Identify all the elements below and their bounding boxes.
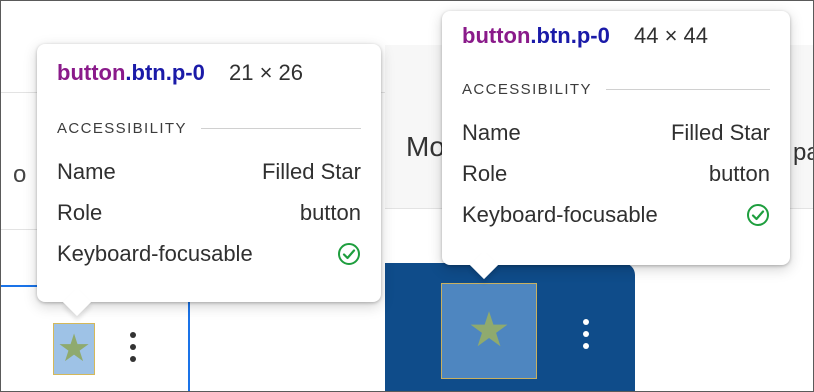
screenshot-frame: o ★ Mo pa ★ button.btn.p-0 21 × 26 ACCES… <box>0 0 814 392</box>
accessibility-name-row: Name Filled Star <box>462 112 770 153</box>
kebab-dot <box>583 343 589 349</box>
row-label: Name <box>57 158 116 184</box>
check-circle-icon <box>338 242 360 265</box>
row-value: button <box>299 199 361 225</box>
filled-star-button-small[interactable]: ★ <box>53 323 95 375</box>
kebab-menu-button-small[interactable] <box>129 332 137 362</box>
accessibility-role-row: Role button <box>57 192 361 233</box>
tooltip-selector: button.btn.p-0 44 × 44 <box>462 23 770 49</box>
accessibility-focusable-row: Keyboard-focusable <box>462 194 770 235</box>
row-value: button <box>708 160 770 186</box>
filled-star-button-large[interactable]: ★ <box>441 283 537 379</box>
row-value: Filled Star <box>261 158 361 184</box>
kebab-dot <box>130 332 136 338</box>
kebab-dot <box>130 344 136 350</box>
accessibility-rows: Name Filled Star Role button Keyboard-fo… <box>57 151 361 274</box>
section-rule <box>200 128 361 129</box>
star-icon: ★ <box>56 328 92 370</box>
accessibility-section-header: ACCESSIBILITY <box>462 81 770 98</box>
accessibility-name-row: Name Filled Star <box>57 151 361 192</box>
accessibility-section-header: ACCESSIBILITY <box>57 120 361 137</box>
row-label: Keyboard-focusable <box>462 201 658 227</box>
inspect-tooltip-right: button.btn.p-0 44 × 44 ACCESSIBILITY Nam… <box>442 11 790 280</box>
accessibility-focusable-row: Keyboard-focusable <box>57 233 361 274</box>
selector-class: btn.p-0 <box>536 23 610 48</box>
kebab-dot <box>130 356 136 362</box>
selector-class: btn.p-0 <box>131 60 205 85</box>
kebab-dot <box>583 319 589 325</box>
tooltip-selector: button.btn.p-0 21 × 26 <box>57 60 361 86</box>
accessibility-role-row: Role button <box>462 153 770 194</box>
row-label: Role <box>462 160 508 186</box>
row-value: Filled Star <box>670 119 770 145</box>
accessibility-rows: Name Filled Star Role button Keyboard-fo… <box>462 112 770 235</box>
row-label: Name <box>462 119 521 145</box>
section-label: ACCESSIBILITY <box>462 81 592 98</box>
star-icon: ★ <box>467 304 511 357</box>
selector-tag: button <box>57 60 126 85</box>
row-label: Keyboard-focusable <box>57 240 253 266</box>
left-partial-text: o <box>13 161 27 188</box>
kebab-menu-button-large[interactable] <box>582 319 590 349</box>
check-circle-icon <box>747 203 769 226</box>
selector-tag: button <box>462 23 531 48</box>
left-divider-lower <box>1 229 41 230</box>
right-partial-text-left: Mo <box>406 131 445 162</box>
kebab-dot <box>583 331 589 337</box>
inspect-tooltip-left: button.btn.p-0 21 × 26 ACCESSIBILITY Nam… <box>37 44 381 317</box>
row-label: Role <box>57 199 103 225</box>
element-dimensions: 44 × 44 <box>633 23 708 48</box>
section-label: ACCESSIBILITY <box>57 120 187 137</box>
element-dimensions: 21 × 26 <box>228 60 303 85</box>
right-partial-text-right: pa <box>793 139 813 166</box>
left-focus-line-vertical <box>188 301 190 391</box>
left-focus-line-horizontal <box>1 285 41 287</box>
section-rule <box>605 89 770 90</box>
